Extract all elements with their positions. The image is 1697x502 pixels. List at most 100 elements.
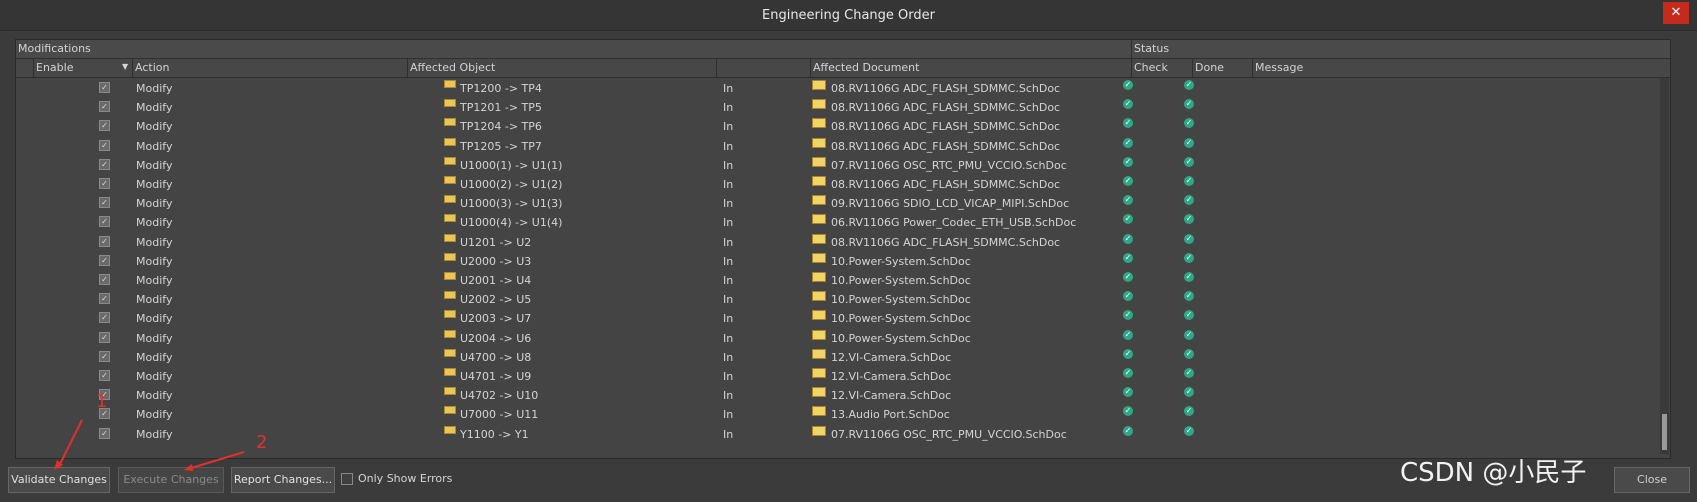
action-cell: Modify	[136, 139, 173, 153]
close-window-button[interactable]: ✕	[1663, 2, 1689, 24]
enable-checkbox[interactable]: ✓	[99, 101, 110, 113]
table-row[interactable]: ✓ Modify U1201 -> U2 In 08.RV1106G ADC_F…	[16, 232, 1670, 251]
enable-checkbox[interactable]: ✓	[99, 197, 110, 209]
enable-checkbox[interactable]: ✓	[99, 158, 110, 170]
document-icon	[812, 99, 826, 110]
affected-object-cell: TP1204 -> TP6	[460, 120, 542, 134]
enable-checkbox[interactable]: ✓	[99, 82, 110, 93]
document-icon	[812, 137, 826, 148]
enable-checkbox[interactable]: ✓	[99, 274, 110, 285]
table-row[interactable]: ✓ Modify U1000(2) -> U1(2) In 08.RV1106G…	[16, 174, 1670, 193]
enable-checkbox[interactable]: ✓	[99, 216, 110, 228]
table-row[interactable]: ✓ Modify U2004 -> U6 In 10.Power-System.…	[16, 328, 1670, 347]
checkbox-box[interactable]	[341, 473, 353, 485]
check-ok-icon: ✓	[1123, 137, 1133, 148]
enable-checkbox[interactable]: ✓	[99, 178, 110, 189]
affected-document-cell: 10.Power-System.SchDoc	[831, 331, 971, 345]
sort-arrow-icon[interactable]: ▼	[122, 62, 128, 71]
col-done[interactable]: Done	[1195, 61, 1224, 74]
col-check[interactable]: Check	[1134, 61, 1168, 74]
affected-document-cell: 08.RV1106G ADC_FLASH_SDMMC.SchDoc	[831, 120, 1061, 134]
table-row[interactable]: ✓ Modify U4702 -> U10 In 12.VI-Camera.Sc…	[16, 385, 1670, 404]
check-ok-icon: ✓	[1123, 291, 1133, 302]
affected-document-cell: 10.Power-System.SchDoc	[831, 293, 971, 307]
enable-checkbox[interactable]: ✓	[99, 120, 110, 132]
col-action[interactable]: Action	[135, 61, 169, 74]
affected-object-cell: U1000(2) -> U1(2)	[460, 178, 563, 191]
table-row[interactable]: ✓ Modify U2000 -> U3 In 10.Power-System.…	[16, 251, 1670, 270]
table-row[interactable]: ✓ Modify TP1204 -> TP6 In 08.RV1106G ADC…	[16, 116, 1670, 135]
execute-changes-button[interactable]: Execute Changes	[118, 467, 224, 493]
action-cell: Modify	[136, 350, 173, 364]
col-affected-document[interactable]: Affected Document	[813, 61, 919, 74]
report-changes-button[interactable]: Report Changes...	[231, 467, 335, 493]
action-cell: Modify	[136, 331, 173, 345]
action-cell: Modify	[136, 82, 173, 95]
component-icon	[444, 233, 456, 242]
table-row[interactable]: ✓ Modify U1000(3) -> U1(3) In 09.RV1106G…	[16, 193, 1670, 212]
done-ok-icon: ✓	[1184, 310, 1194, 321]
affected-document-cell: 08.RV1106G ADC_FLASH_SDMMC.SchDoc	[831, 101, 1061, 115]
direction-cell: In	[723, 101, 734, 115]
scrollbar-thumb[interactable]	[1662, 414, 1667, 450]
affected-object-cell: U4701 -> U9	[460, 370, 532, 383]
table-row[interactable]: ✓ Modify U1000(1) -> U1(1) In 07.RV1106G…	[16, 155, 1670, 174]
action-cell: Modify	[136, 178, 173, 191]
table-row[interactable]: ✓ Modify U4701 -> U9 In 12.VI-Camera.Sch…	[16, 366, 1670, 385]
check-ok-icon: ✓	[1123, 195, 1133, 206]
table-row[interactable]: ✓ Modify TP1200 -> TP4 In 08.RV1106G ADC…	[16, 78, 1670, 97]
table-row[interactable]: ✓ Modify U2002 -> U5 In 10.Power-System.…	[16, 289, 1670, 308]
direction-cell: In	[723, 274, 734, 287]
enable-checkbox[interactable]: ✓	[99, 254, 110, 266]
check-ok-icon: ✓	[1123, 233, 1133, 244]
done-ok-icon: ✓	[1184, 80, 1194, 90]
direction-cell: In	[723, 293, 734, 307]
table-row[interactable]: ✓ Modify U1000(4) -> U1(4) In 06.RV1106G…	[16, 212, 1670, 231]
affected-document-cell: 06.RV1106G Power_Codec_ETH_USB.SchDoc	[831, 216, 1077, 230]
affected-document-cell: 08.RV1106G ADC_FLASH_SDMMC.SchDoc	[831, 139, 1061, 153]
done-ok-icon: ✓	[1184, 387, 1194, 398]
action-cell: Modify	[136, 312, 173, 326]
enable-checkbox[interactable]: ✓	[99, 350, 110, 362]
check-ok-icon: ✓	[1123, 368, 1133, 378]
document-icon	[812, 214, 826, 225]
validate-changes-button[interactable]: Validate Changes	[8, 467, 110, 493]
component-icon	[444, 118, 456, 127]
enable-checkbox[interactable]: ✓	[99, 312, 110, 324]
component-icon	[444, 291, 456, 300]
component-icon	[444, 425, 456, 434]
table-row[interactable]: ✓ Modify U2001 -> U4 In 10.Power-System.…	[16, 270, 1670, 289]
done-ok-icon: ✓	[1184, 99, 1194, 110]
affected-document-cell: 07.RV1106G OSC_RTC_PMU_VCCIO.SchDoc	[831, 158, 1067, 172]
enable-checkbox[interactable]: ✓	[99, 427, 110, 439]
vertical-scrollbar[interactable]	[1660, 78, 1669, 454]
table-row[interactable]: ✓ Modify U2003 -> U7 In 10.Power-System.…	[16, 308, 1670, 327]
enable-checkbox[interactable]: ✓	[99, 370, 110, 381]
direction-cell: In	[723, 82, 734, 95]
table-row[interactable]: ✓ Modify U7000 -> U11 In 13.Audio Port.S…	[16, 404, 1670, 423]
close-button[interactable]: Close	[1614, 467, 1690, 493]
document-icon	[812, 348, 826, 359]
col-enable[interactable]: Enable	[36, 61, 73, 74]
document-icon	[812, 233, 826, 244]
window-title: Engineering Change Order	[762, 8, 935, 23]
affected-document-cell: 09.RV1106G SDIO_LCD_VICAP_MIPI.SchDoc	[831, 197, 1070, 211]
enable-checkbox[interactable]: ✓	[99, 139, 110, 151]
check-ok-icon: ✓	[1123, 425, 1133, 436]
table-row[interactable]: ✓ Modify TP1201 -> TP5 In 08.RV1106G ADC…	[16, 97, 1670, 116]
check-ok-icon: ✓	[1123, 329, 1133, 340]
col-affected-object[interactable]: Affected Object	[410, 61, 495, 74]
enable-checkbox[interactable]: ✓	[99, 331, 110, 343]
enable-checkbox[interactable]: ✓	[99, 293, 110, 305]
component-icon	[444, 329, 456, 338]
document-icon	[812, 387, 826, 398]
table-row[interactable]: ✓ Modify U4700 -> U8 In 12.VI-Camera.Sch…	[16, 347, 1670, 366]
direction-cell: In	[723, 139, 734, 153]
enable-checkbox[interactable]: ✓	[99, 235, 110, 247]
col-message[interactable]: Message	[1255, 61, 1303, 74]
table-row[interactable]: ✓ Modify TP1205 -> TP7 In 08.RV1106G ADC…	[16, 136, 1670, 155]
affected-object-cell: U4700 -> U8	[460, 350, 532, 364]
action-cell: Modify	[136, 120, 173, 134]
document-icon	[812, 425, 826, 436]
done-ok-icon: ✓	[1184, 368, 1194, 378]
